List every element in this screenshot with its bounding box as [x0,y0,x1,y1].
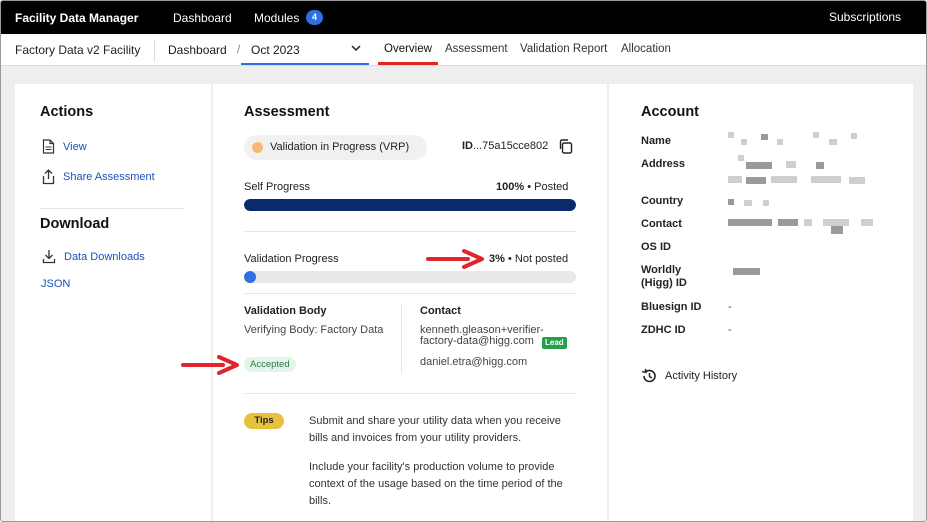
separator-dot: • [527,181,532,193]
tip-text-1: Submit and share your utility data when … [309,415,561,444]
active-tab-indicator [378,62,438,65]
view-label: View [63,140,87,153]
data-downloads-label: Data Downloads [64,250,145,263]
account-title: Account [641,104,699,120]
period-select[interactable]: Oct 2023 [241,34,369,65]
sub-navigation: Factory Data v2 Facility Dashboard / Oct… [1,34,926,66]
view-link[interactable]: View [42,139,87,154]
share-assessment-link[interactable]: Share Assessment [42,169,155,185]
tab-validation-report[interactable]: Validation Report [520,43,607,55]
tab-overview[interactable]: Overview [384,43,432,55]
account-country-label: Country [641,195,684,207]
self-progress-fill [244,199,576,211]
validation-progress-state: Not posted [514,253,569,265]
top-navigation: Facility Data Manager Dashboard Modules … [1,1,926,34]
tab-assessment[interactable]: Assessment [445,43,508,55]
separator-dot: • [507,253,512,265]
tips-badge: Tips [244,413,284,429]
account-contact-label: Contact [641,218,682,230]
data-downloads-link[interactable]: Data Downloads [42,249,145,264]
validation-body-label: Validation Body [244,305,327,317]
validation-body-value: Verifying Body: Factory Data [244,324,384,336]
contact-primary-email[interactable]: kenneth.gleason+verifier-factory-data@hi… [420,325,546,347]
annotation-arrow [181,355,239,375]
annotation-arrow [426,249,484,269]
validation-progress-pct: 3% [489,253,505,265]
status-badge: Validation in Progress (VRP) [244,135,427,160]
divider [401,303,402,373]
assessment-id: ID...75a15cce802 [462,140,548,152]
activity-history-link[interactable]: Activity History [641,368,737,384]
self-progress-status: 100% • Posted [496,181,568,193]
account-name-label: Name [641,135,671,147]
self-progress-label: Self Progress [244,181,311,193]
account-worldly-id-label: Worldly (Higg) ID [641,264,687,289]
account-bluesign-id-label: Bluesign ID [641,301,702,313]
validation-progress-status: 3% • Not posted [489,253,568,265]
lead-badge: Lead [542,337,567,349]
account-zdhc-id-value: - [728,324,732,336]
download-icon [42,250,56,264]
divider [244,231,576,232]
app-brand[interactable]: Facility Data Manager [15,11,138,25]
document-icon [42,139,55,154]
validation-progress-label: Validation Progress [244,253,339,265]
app-window: Facility Data Manager Dashboard Modules … [0,0,927,522]
contact-label: Contact [420,305,461,317]
divider [244,293,576,294]
account-os-id-label: OS ID [641,241,671,253]
modules-count-badge: 4 [306,10,323,25]
validation-progress-bar [244,271,576,283]
id-label: ID [462,140,473,152]
facility-name[interactable]: Factory Data v2 Facility [15,43,140,57]
assessment-title: Assessment [244,104,330,120]
status-label: Validation in Progress (VRP) [270,141,410,153]
account-bluesign-id-value: - [728,301,732,313]
copy-icon[interactable] [558,138,574,155]
divider [154,40,155,62]
breadcrumb-dashboard[interactable]: Dashboard [168,43,227,57]
account-address-label: Address [641,158,686,170]
accepted-badge: Accepted [244,357,296,372]
history-icon [642,368,656,383]
json-download-link[interactable]: JSON [41,278,70,290]
self-progress-pct: 100% [496,181,525,193]
breadcrumb-separator: / [237,42,241,56]
share-assessment-label: Share Assessment [63,171,155,183]
nav-dashboard[interactable]: Dashboard [173,11,232,25]
divider [244,393,576,394]
tip-text-2: Include your facility's production volum… [309,461,563,507]
chevron-down-icon [351,45,361,52]
activity-history-label: Activity History [665,370,738,382]
account-zdhc-id-label: ZDHC ID [641,324,686,336]
status-dot-icon [252,142,263,153]
tab-allocation[interactable]: Allocation [621,43,671,55]
self-progress-bar [244,199,576,211]
period-value: Oct 2023 [251,43,300,57]
contact-secondary-email[interactable]: daniel.etra@higg.com [420,356,527,368]
share-icon [42,169,55,185]
id-value: ...75a15cce802 [473,140,549,152]
nav-modules[interactable]: Modules [254,11,299,25]
validation-progress-fill [244,271,256,283]
self-progress-state: Posted [534,181,569,193]
nav-subscriptions[interactable]: Subscriptions [829,10,901,24]
download-title: Download [40,216,110,232]
actions-title: Actions [40,104,94,120]
divider [40,208,185,209]
